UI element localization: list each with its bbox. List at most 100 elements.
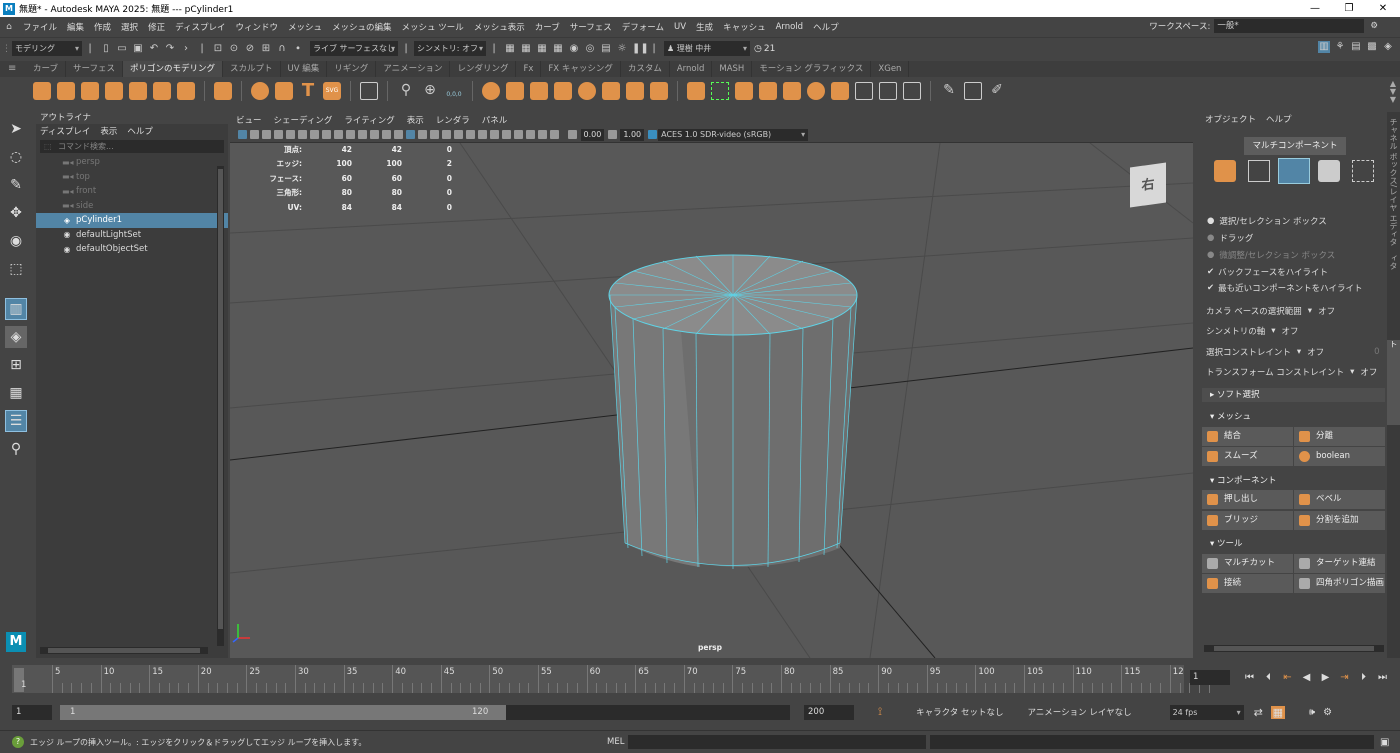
object-mode-icon[interactable]	[1214, 160, 1236, 182]
paint-icon[interactable]: ✐	[988, 82, 1006, 100]
select-constraint[interactable]: 選択コンストレイント ▾ オフ 0	[1206, 346, 1380, 358]
shelf-tab[interactable]: Arnold	[670, 61, 713, 77]
quad-draw-icon[interactable]	[903, 82, 921, 100]
sweep-mesh-icon[interactable]	[275, 82, 293, 100]
notification-count[interactable]: 21	[764, 44, 775, 54]
motion-blur-icon[interactable]	[465, 130, 475, 139]
menu-item[interactable]: 修正	[143, 21, 170, 33]
svg-tool-icon[interactable]: SVG	[323, 82, 341, 100]
poly-plane-icon[interactable]	[153, 82, 171, 100]
pause-icon[interactable]: ❚❚	[632, 43, 649, 55]
viewport-menu-item[interactable]: ビュー	[236, 114, 262, 126]
multi-component-button[interactable]: マルチコンポーネント	[1244, 137, 1346, 155]
outliner-menu-item[interactable]: 表示	[100, 125, 117, 137]
render-view-icon[interactable]: ▦	[504, 43, 516, 55]
grid-toggle-icon[interactable]	[297, 130, 307, 139]
render-settings-icon[interactable]: ▦	[552, 43, 564, 55]
menu-item[interactable]: メッシュ表示	[469, 21, 530, 33]
resolution-gate-icon[interactable]	[321, 130, 331, 139]
shelf-tab[interactable]: ポリゴンのモデリング	[123, 61, 224, 77]
shelf-tab[interactable]: カスタム	[621, 61, 670, 77]
view-cube[interactable]: 右	[1130, 162, 1166, 208]
type-tool-icon[interactable]: T	[299, 82, 317, 100]
outliner-item[interactable]: ▬◂ front	[36, 184, 228, 199]
select-tool-icon[interactable]: ➤	[5, 118, 27, 140]
outliner-menu-item[interactable]: ディスプレイ	[40, 125, 90, 137]
poly-cone-icon[interactable]	[105, 82, 123, 100]
shadows-icon[interactable]	[441, 130, 451, 139]
film-gate-icon[interactable]	[309, 130, 319, 139]
outliner-layout-icon[interactable]: ☰	[5, 410, 27, 432]
shelf-tab[interactable]: カーブ	[26, 61, 66, 77]
image-plane-icon[interactable]	[273, 130, 283, 139]
menu-item[interactable]: ヘルプ	[808, 21, 844, 33]
go-to-end-icon[interactable]: ⏭	[1376, 672, 1389, 683]
poly-sphere-icon[interactable]	[33, 82, 51, 100]
poly-cube-icon[interactable]	[57, 82, 75, 100]
edge-mode-icon[interactable]	[1278, 158, 1310, 184]
soft-select-section[interactable]: ▸ ソフト選択	[1202, 388, 1385, 402]
animation-prefs-icon[interactable]: ⚙	[1323, 707, 1332, 718]
menu-item[interactable]: 選択	[116, 21, 143, 33]
fill-hole-icon[interactable]	[807, 82, 825, 100]
viewport-menu-item[interactable]: パネル	[482, 114, 508, 126]
depth-of-field-icon[interactable]	[489, 130, 499, 139]
paint-select-tool-icon[interactable]: ✎	[5, 174, 27, 196]
safe-action-icon[interactable]	[357, 130, 367, 139]
current-frame-field[interactable]: 1	[1190, 670, 1230, 685]
rotate-tool-icon[interactable]: ◉	[5, 230, 27, 252]
poly-torus-icon[interactable]	[129, 82, 147, 100]
shelf-tab[interactable]: FX キャッシング	[541, 61, 621, 77]
smooth-button[interactable]: スムーズ	[1202, 447, 1293, 466]
outliner-scrollbar[interactable]	[217, 166, 224, 646]
wireframe-icon[interactable]	[381, 130, 391, 139]
show-toolkit-icon[interactable]: ▤	[1350, 41, 1362, 53]
isolate-select-icon[interactable]	[501, 130, 511, 139]
pcylinder-mesh[interactable]	[608, 254, 858, 569]
platonic-solid-icon[interactable]	[214, 82, 232, 100]
shelf-menu-icon[interactable]: ≡	[8, 63, 16, 74]
quad-draw-button[interactable]: 四角ポリゴン描画	[1294, 574, 1385, 593]
menu-item[interactable]: Arnold	[771, 22, 809, 32]
uv-mode-icon[interactable]	[1352, 160, 1374, 182]
insert-edge-loop-icon[interactable]	[711, 82, 729, 100]
script-editor-icon[interactable]: ▣	[1380, 737, 1389, 748]
light-editor-icon[interactable]: ☼	[616, 43, 628, 55]
show-attribute-icon[interactable]: ⚘	[1334, 41, 1346, 53]
step-forward-frame-icon[interactable]: ⏵	[1357, 672, 1370, 683]
add-divisions-button[interactable]: 分割を追加	[1294, 511, 1385, 530]
shelf-tab[interactable]: スカルプト	[223, 61, 281, 77]
go-to-start-icon[interactable]: ⏮	[1243, 672, 1256, 683]
smooth-shade-icon[interactable]	[393, 130, 403, 139]
new-scene-icon[interactable]: ▯	[100, 43, 112, 55]
toolkit-menu-item[interactable]: ヘルプ	[1266, 113, 1292, 125]
transform-constraint[interactable]: トランスフォーム コンストレイント ▾ オフ	[1206, 366, 1377, 378]
use-all-lights-icon[interactable]	[429, 130, 439, 139]
show-toolbox-icon[interactable]: ▥	[1318, 41, 1330, 53]
drag-option[interactable]: ● ドラッグ	[1207, 232, 1253, 244]
close-icon[interactable]: ✕	[1366, 0, 1400, 17]
toolkit-hscroll-thumb[interactable]	[1214, 646, 1374, 651]
tool-section-header[interactable]: ▾ ツール	[1202, 537, 1385, 551]
separate-button[interactable]: 分離	[1294, 427, 1385, 446]
range-slider-handle[interactable]	[60, 704, 506, 720]
collapse-icon[interactable]: |	[648, 43, 660, 55]
face-mode-icon[interactable]	[1318, 160, 1340, 182]
shelf-scroll-icon[interactable]: ▲ ▼ ▼	[1390, 80, 1396, 104]
viewport-menu-item[interactable]: 表示	[407, 114, 424, 126]
combine-icon[interactable]	[482, 82, 500, 100]
menu-set-dropdown[interactable]: モデリング	[12, 41, 82, 56]
redo-icon[interactable]: ↷	[164, 43, 176, 55]
shelf-tab[interactable]: モーション グラフィックス	[752, 61, 872, 77]
measure-icon[interactable]: ⚲	[397, 82, 415, 100]
menu-item[interactable]: ディスプレイ	[170, 21, 230, 33]
move-tool-icon[interactable]: ✥	[5, 202, 27, 224]
single-layout-icon[interactable]: ▥	[5, 298, 27, 320]
reduce-icon[interactable]	[626, 82, 644, 100]
view-transform-dropdown[interactable]: ACES 1.0 SDR-video (sRGB)	[658, 128, 809, 141]
collapse-icon[interactable]: |	[84, 43, 96, 55]
outliner-menu-item[interactable]: ヘルプ	[127, 125, 153, 137]
minimize-icon[interactable]: —	[1298, 0, 1332, 17]
screen-space-ao-icon[interactable]	[453, 130, 463, 139]
outliner-search-input[interactable]: ⬚ コマンド検索...	[40, 140, 224, 153]
